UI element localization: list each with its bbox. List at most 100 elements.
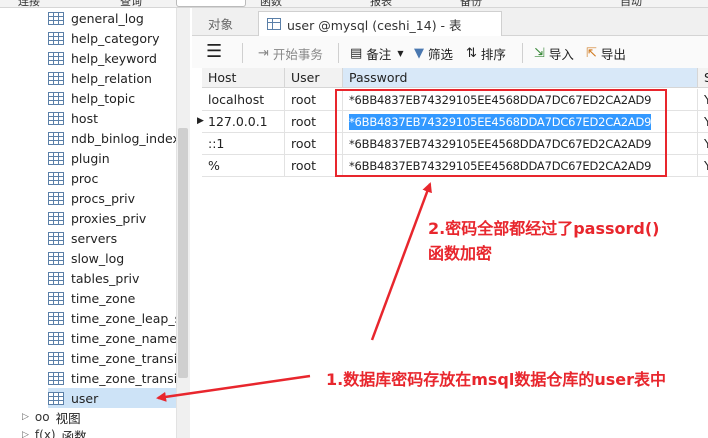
tree-table-item[interactable]: tables_priv bbox=[48, 268, 176, 288]
tree-group-icon: f(x) bbox=[34, 428, 56, 438]
table-icon bbox=[48, 131, 64, 145]
tree-table-item[interactable]: procs_priv bbox=[48, 188, 176, 208]
table-icon bbox=[48, 251, 64, 265]
table-icon bbox=[48, 231, 64, 245]
tree-table-label: time_zone_name bbox=[71, 330, 176, 346]
tree-table-label: help_topic bbox=[71, 90, 136, 106]
tree-table-label: help_relation bbox=[71, 70, 152, 86]
sort-label: 排序 bbox=[480, 46, 506, 62]
tab-bar: 对象 user @mysql (ceshi_14) - 表 bbox=[192, 8, 708, 36]
tree-table-item[interactable]: time_zone_transiti bbox=[48, 368, 176, 388]
tree-table-item[interactable]: time_zone_leap_se bbox=[48, 308, 176, 328]
tree-table-item[interactable]: slow_log bbox=[48, 248, 176, 268]
import-icon: ⇲ bbox=[534, 45, 545, 61]
tree-table-item[interactable]: time_zone_name bbox=[48, 328, 176, 348]
hamburger-menu-icon[interactable]: ☰ bbox=[206, 41, 222, 62]
tree-table-label: help_category bbox=[71, 30, 160, 46]
grid-cell-host[interactable]: % bbox=[202, 155, 285, 177]
export-icon: ⇱ bbox=[586, 45, 597, 61]
toolbar-divider bbox=[338, 43, 339, 63]
tree-table-item[interactable]: host bbox=[48, 108, 176, 128]
tree-group-label: 视图 bbox=[55, 410, 81, 426]
tab-objects[interactable]: 对象 bbox=[200, 11, 241, 36]
column-header[interactable]: S bbox=[698, 68, 708, 88]
tree-table-label: proc bbox=[71, 170, 99, 186]
tree-table-item[interactable]: time_zone bbox=[48, 288, 176, 308]
table-icon bbox=[48, 31, 64, 45]
column-header[interactable]: User bbox=[285, 68, 343, 88]
tree-table-label: time_zone_leap_se bbox=[71, 310, 176, 326]
table-icon bbox=[48, 151, 64, 165]
tree-table-label: host bbox=[71, 110, 98, 126]
tree-table-item[interactable]: proc bbox=[48, 168, 176, 188]
tree-table-label: help_keyword bbox=[71, 50, 157, 66]
table-icon bbox=[267, 18, 281, 30]
document-icon: ▤ bbox=[350, 45, 363, 61]
filter-icon: ▼ bbox=[414, 45, 424, 61]
table-icon bbox=[48, 371, 64, 385]
grid-cell-host[interactable]: localhost bbox=[202, 89, 285, 111]
export-label: 导出 bbox=[600, 46, 626, 62]
column-header[interactable]: Host bbox=[202, 68, 285, 88]
expand-arrow-icon[interactable]: ▷ bbox=[22, 412, 29, 422]
import-button[interactable]: ⇲ 导入 bbox=[534, 44, 574, 62]
tree-table-label: servers bbox=[71, 230, 118, 246]
tree-table-item[interactable]: user bbox=[48, 388, 176, 408]
tree-table-item[interactable]: proxies_priv bbox=[48, 208, 176, 228]
table-icon bbox=[48, 351, 64, 365]
tree-group-item[interactable]: ▷ f(x) 函数 bbox=[22, 426, 87, 438]
column-header[interactable]: Password bbox=[343, 68, 698, 88]
expand-arrow-icon[interactable]: ▷ bbox=[22, 430, 29, 438]
table-icon bbox=[48, 331, 64, 345]
tree-group-item[interactable]: ▷ oo 视图 bbox=[22, 408, 81, 426]
table-icon bbox=[48, 291, 64, 305]
table-icon bbox=[48, 51, 64, 65]
sort-icon: ⇅ bbox=[466, 45, 477, 61]
tree-table-item[interactable]: servers bbox=[48, 228, 176, 248]
menu-query-button[interactable] bbox=[176, 0, 246, 7]
grid-cell-s[interactable]: Y bbox=[698, 133, 708, 155]
toolbar-divider bbox=[522, 43, 523, 63]
sort-button[interactable]: ⇅ 排序 bbox=[466, 44, 506, 62]
grid-cell-s[interactable]: Y bbox=[698, 155, 708, 177]
tree-table-item[interactable]: time_zone_transiti bbox=[48, 348, 176, 368]
filter-label: 筛选 bbox=[428, 46, 454, 62]
tree-table-label: time_zone bbox=[71, 290, 136, 306]
toolbar-divider bbox=[242, 43, 243, 63]
tree-table-item[interactable]: ndb_binlog_index bbox=[48, 128, 176, 148]
tree-scrollbar-thumb[interactable] bbox=[178, 128, 188, 378]
password-highlight-box bbox=[335, 89, 667, 177]
table-icon bbox=[48, 171, 64, 185]
tree-table-label: general_log bbox=[71, 10, 144, 26]
tree-table-label: slow_log bbox=[71, 250, 125, 266]
filter-button[interactable]: ▼ 筛选 bbox=[414, 44, 453, 62]
tree-group-label: 函数 bbox=[61, 428, 87, 438]
annotation-note-2-line-1: 2.密码全部都经过了passord() bbox=[428, 219, 660, 238]
grid-cell-s[interactable]: Y bbox=[698, 89, 708, 111]
table-icon bbox=[48, 91, 64, 105]
tree-table-label: plugin bbox=[71, 150, 110, 166]
grid-cell-s[interactable]: Y bbox=[698, 111, 708, 133]
tree-table-item[interactable]: help_category bbox=[48, 28, 176, 48]
tab-user-table[interactable]: user @mysql (ceshi_14) - 表 bbox=[258, 11, 502, 36]
tree-table-label: user bbox=[71, 390, 99, 406]
tree-table-item[interactable]: plugin bbox=[48, 148, 176, 168]
toolbar: ☰ ⇥ 开始事务 ▤ 备注 ▼ ▼ 筛选 ⇅ 排序 ⇲ 导入 ⇱ 导出 bbox=[192, 36, 708, 70]
export-button[interactable]: ⇱ 导出 bbox=[586, 44, 626, 62]
tree-table-item[interactable]: help_topic bbox=[48, 88, 176, 108]
tree-group-icon: oo bbox=[34, 410, 50, 424]
memo-button[interactable]: ▤ 备注 ▼ bbox=[350, 44, 403, 62]
table-icon bbox=[48, 211, 64, 225]
table-icon bbox=[48, 11, 64, 25]
begin-transaction-button[interactable]: ⇥ 开始事务 bbox=[258, 44, 323, 62]
annotation-note-2-line-2: 函数加密 bbox=[428, 244, 493, 263]
grid-cell-host[interactable]: 127.0.0.1 bbox=[202, 111, 285, 133]
tree-table-item[interactable]: help_keyword bbox=[48, 48, 176, 68]
transaction-icon: ⇥ bbox=[258, 45, 269, 61]
tree-table-item[interactable]: help_relation bbox=[48, 68, 176, 88]
chevron-down-icon: ▼ bbox=[397, 48, 404, 58]
tree-table-item[interactable]: general_log bbox=[48, 8, 176, 28]
begin-transaction-label: 开始事务 bbox=[272, 46, 323, 62]
tree-table-label: time_zone_transiti bbox=[71, 350, 176, 366]
grid-cell-host[interactable]: ::1 bbox=[202, 133, 285, 155]
